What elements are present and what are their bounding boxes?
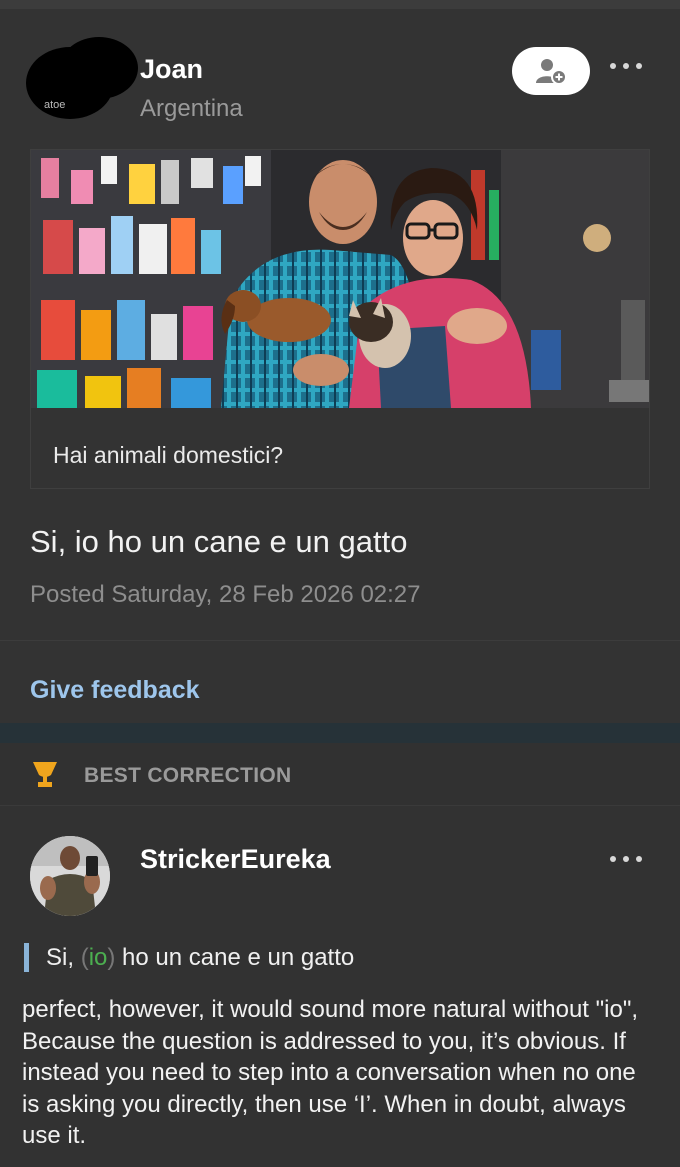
prompt-image (31, 150, 649, 408)
author-name[interactable]: Joan (140, 54, 203, 85)
correction-comment: perfect, however, it would sound more na… (22, 996, 639, 1149)
section-separator (0, 723, 680, 743)
sentence-after: ho un cane e un gatto (115, 944, 355, 971)
follow-button[interactable] (512, 47, 590, 95)
corrector-name[interactable]: StrickerEureka (140, 844, 331, 875)
open-paren: ( (80, 944, 89, 971)
author-country: Argentina (140, 95, 243, 122)
author-avatar[interactable]: atoe (26, 37, 138, 121)
post-text: Si, io ho un cane e un gatto (30, 524, 408, 559)
give-feedback-link[interactable]: Give feedback (30, 676, 200, 705)
best-correction-label: BEST CORRECTION (84, 764, 292, 787)
top-bar (0, 0, 680, 9)
more-dots-icon[interactable] (608, 852, 644, 866)
removed-word: io (88, 944, 108, 971)
trophy-icon (33, 762, 57, 787)
prompt-text: Hai animali domestici? (53, 442, 284, 468)
add-user-icon (536, 59, 567, 85)
more-dots-icon[interactable] (608, 59, 644, 73)
avatar-peek-text: atoe (44, 99, 66, 111)
post-timestamp: Posted Saturday, 28 Feb 2026 02:27 (30, 581, 421, 608)
corrector-avatar[interactable] (30, 836, 110, 916)
best-correction-header: BEST CORRECTION (0, 743, 680, 805)
correction-card: StrickerEureka Si, (io) ho un cane e un … (0, 806, 680, 1167)
prompt-card[interactable]: Hai animali domestici? (30, 149, 650, 489)
post-card: atoe Joan Argentina Hai animali domestic… (0, 9, 680, 723)
highlight-bar (24, 943, 29, 972)
divider (0, 640, 680, 641)
sentence-before: Si, (46, 944, 81, 971)
